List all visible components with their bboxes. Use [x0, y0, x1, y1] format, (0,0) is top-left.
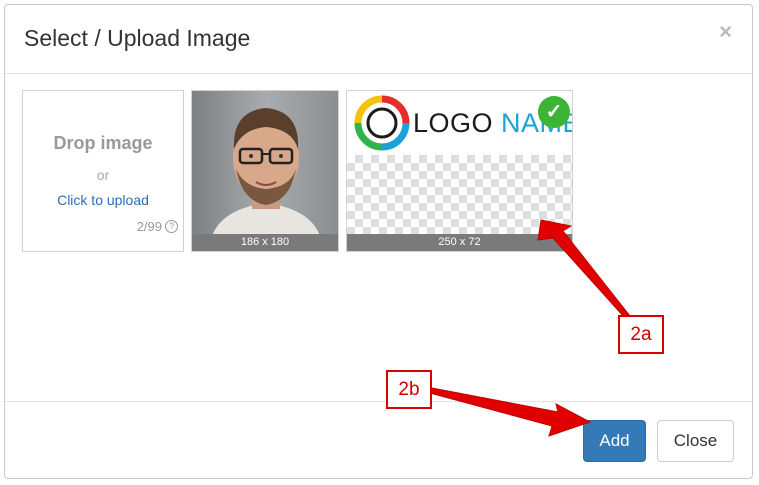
upload-link[interactable]: Click to upload — [23, 192, 183, 208]
image-count: 2/99 ? — [137, 219, 178, 234]
image-thumbnail-logo[interactable]: LOGO NAME ✓ 250 x 72 — [346, 90, 573, 252]
annotation-2a: 2a — [618, 315, 664, 354]
help-icon[interactable]: ? — [165, 220, 178, 233]
annotation-2b: 2b — [386, 370, 432, 409]
drop-title: Drop image — [53, 133, 153, 153]
portrait-image — [192, 91, 338, 236]
close-button[interactable]: Close — [657, 420, 734, 462]
modal-header: Select / Upload Image × — [5, 5, 752, 74]
image-thumbnail-portrait[interactable]: 186 x 180 — [191, 90, 339, 252]
selected-check-icon: ✓ — [538, 96, 570, 128]
drop-or-text: or — [96, 167, 110, 183]
image-caption: 186 x 180 — [192, 234, 338, 251]
upload-modal: Select / Upload Image × Drop image or Cl… — [4, 4, 753, 479]
close-icon[interactable]: × — [719, 21, 732, 43]
modal-title: Select / Upload Image — [24, 25, 251, 51]
add-button[interactable]: Add — [583, 420, 646, 462]
drop-zone[interactable]: Drop image or Click to upload 2/99 ? — [22, 90, 184, 252]
logo-word: LOGO — [413, 108, 494, 138]
image-count-label: 2/99 — [136, 219, 162, 234]
image-caption: 250 x 72 — [347, 234, 572, 251]
modal-footer: Add Close — [5, 401, 752, 478]
logo-image: LOGO NAME — [347, 91, 572, 155]
logo-ring-icon — [354, 95, 410, 151]
transparent-background — [347, 155, 572, 234]
